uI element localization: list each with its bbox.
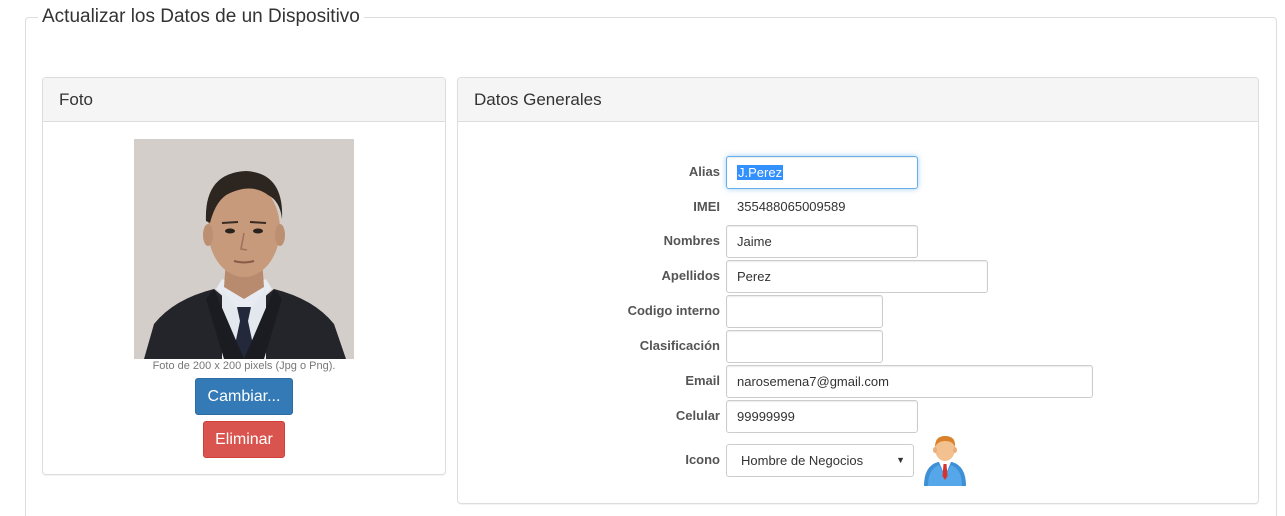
alias-input[interactable]: J.Perez xyxy=(726,156,918,189)
celular-input[interactable]: 99999999 xyxy=(726,400,918,433)
change-photo-button[interactable]: Cambiar... xyxy=(195,378,293,415)
codigo-interno-input[interactable] xyxy=(726,295,883,328)
photo-panel-title: Foto xyxy=(43,78,445,122)
photo-panel: Foto Foto de 200 x 200 pixels (Jpg o Png… xyxy=(42,77,446,475)
nombres-label: Nombres xyxy=(663,233,720,248)
general-data-panel-title: Datos Generales xyxy=(458,78,1258,122)
clasificacion-label: Clasificación xyxy=(639,338,720,353)
device-user-photo xyxy=(134,139,354,359)
apellidos-label: Apellidos xyxy=(661,268,720,283)
person-portrait-image xyxy=(134,139,354,359)
nombres-input[interactable]: Jaime xyxy=(726,225,918,258)
photo-caption: Foto de 200 x 200 pixels (Jpg o Png). xyxy=(152,360,336,372)
clasificacion-input[interactable] xyxy=(726,330,883,363)
email-input[interactable]: narosemena7@gmail.com xyxy=(726,365,1093,398)
alias-label: Alias xyxy=(688,164,720,179)
general-data-panel: Datos Generales Alias J.Perez IMEI 35548… xyxy=(457,77,1259,504)
businessman-icon xyxy=(924,436,966,486)
apellidos-input[interactable]: Perez xyxy=(726,260,988,293)
imei-label: IMEI xyxy=(693,199,720,214)
imei-value: 355488065009589 xyxy=(737,199,846,214)
chevron-down-icon: ▼ xyxy=(896,455,905,465)
icono-select[interactable]: Hombre de Negocios ▼ xyxy=(726,444,914,477)
email-label: Email xyxy=(685,373,720,388)
icono-select-value: Hombre de Negocios xyxy=(741,453,864,468)
alias-value: J.Perez xyxy=(737,165,784,180)
celular-label: Celular xyxy=(675,408,720,423)
page-title: Actualizar los Datos de un Dispositivo xyxy=(38,5,364,29)
codigo-interno-label: Codigo interno xyxy=(627,303,720,318)
delete-photo-button[interactable]: Eliminar xyxy=(203,421,285,458)
icono-label: Icono xyxy=(685,452,720,467)
